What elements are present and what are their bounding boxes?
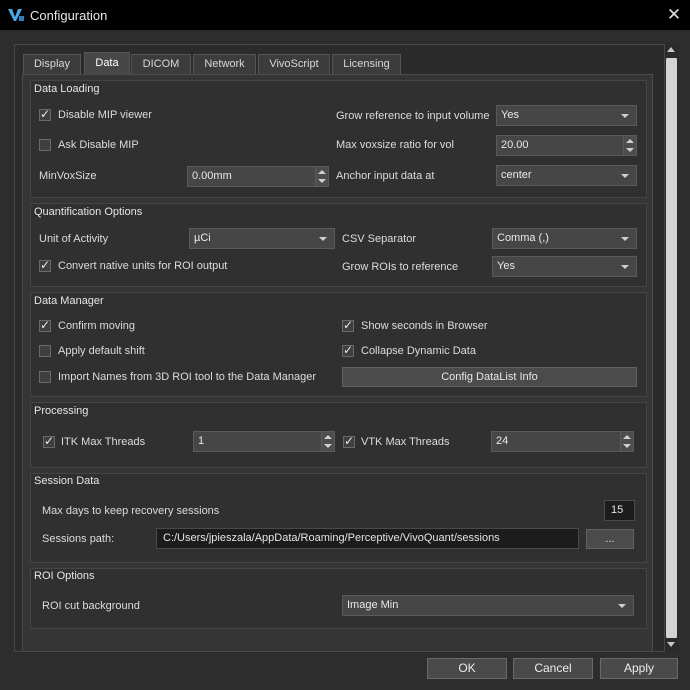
csv-separator-select[interactable]: Comma (,) xyxy=(492,228,637,249)
vertical-scrollbar[interactable] xyxy=(665,44,678,652)
max-days-input[interactable]: 15 xyxy=(604,500,635,521)
title-bar: Configuration ✕ xyxy=(0,0,690,30)
group-title-processing: Processing xyxy=(34,405,89,417)
grow-reference-value: Yes xyxy=(501,109,519,121)
max-days-label: Max days to keep recovery sessions xyxy=(42,505,220,517)
itk-max-threads-checkbox[interactable] xyxy=(43,434,55,448)
show-seconds-label: Show seconds in Browser xyxy=(361,320,488,332)
csv-separator-value: Comma (,) xyxy=(497,232,549,244)
grow-reference-label: Grow reference to input volume xyxy=(336,110,490,122)
anchor-input-value: center xyxy=(501,169,532,181)
csv-separator-label: CSV Separator xyxy=(342,233,416,245)
min-vox-size-value: 0.00mm xyxy=(192,170,232,182)
sessions-path-label: Sessions path: xyxy=(42,533,115,545)
group-title-data-manager: Data Manager xyxy=(34,295,104,307)
spin-up-icon[interactable] xyxy=(324,435,332,439)
apply-default-shift-checkbox[interactable] xyxy=(39,345,51,357)
ok-button[interactable]: OK xyxy=(427,658,507,679)
spin-up-icon[interactable] xyxy=(623,435,631,439)
chevron-down-icon xyxy=(621,265,629,269)
vtk-max-threads-value: 24 xyxy=(496,435,509,447)
tab-dicom[interactable]: DICOM xyxy=(131,54,191,74)
unit-of-activity-select[interactable]: µCi xyxy=(189,228,335,249)
collapse-dynamic-checkbox[interactable] xyxy=(342,343,354,357)
vtk-max-threads-spinbox[interactable]: 24 xyxy=(491,431,634,452)
group-title-data-loading: Data Loading xyxy=(34,83,100,95)
confirm-moving-label: Confirm moving xyxy=(58,320,136,332)
browse-button[interactable]: ... xyxy=(586,529,634,549)
anchor-input-select[interactable]: center xyxy=(496,165,637,186)
itk-max-threads-value: 1 xyxy=(198,435,205,447)
window-title: Configuration xyxy=(30,8,108,23)
scrollbar-thumb[interactable] xyxy=(666,58,677,638)
ask-disable-mip-checkbox[interactable] xyxy=(39,139,51,151)
spin-buttons[interactable] xyxy=(321,432,334,451)
grow-reference-select[interactable]: Yes xyxy=(496,105,637,126)
unit-of-activity-label: Unit of Activity xyxy=(39,233,109,245)
tab-display[interactable]: Display xyxy=(23,54,81,74)
convert-native-checkbox[interactable] xyxy=(39,258,51,272)
chevron-down-icon xyxy=(618,604,626,608)
show-seconds-checkbox[interactable] xyxy=(342,318,354,332)
itk-max-threads-spinbox[interactable]: 1 xyxy=(193,431,335,452)
scroll-down-icon[interactable] xyxy=(667,642,675,647)
convert-native-label: Convert native units for ROI output xyxy=(58,260,228,272)
spin-down-icon[interactable] xyxy=(324,444,332,448)
confirm-moving-checkbox[interactable] xyxy=(39,318,51,332)
anchor-input-label: Anchor input data at xyxy=(336,170,435,182)
grow-rois-select[interactable]: Yes xyxy=(492,256,637,277)
sessions-path-input[interactable]: C:/Users/jpieszala/AppData/Roaming/Perce… xyxy=(156,528,579,549)
min-vox-size-spinbox[interactable]: 0.00mm xyxy=(187,166,329,187)
tab-data[interactable]: Data xyxy=(84,52,130,75)
cancel-button[interactable]: Cancel xyxy=(513,658,593,679)
spin-buttons[interactable] xyxy=(315,167,328,186)
group-title-roi-options: ROI Options xyxy=(34,570,95,582)
spin-up-icon[interactable] xyxy=(626,139,634,143)
scroll-up-icon[interactable] xyxy=(667,47,675,52)
max-voxsize-ratio-value: 20.00 xyxy=(501,139,529,151)
spin-up-icon[interactable] xyxy=(318,170,326,174)
tab-licensing[interactable]: Licensing xyxy=(332,54,401,74)
roi-cut-background-label: ROI cut background xyxy=(42,600,140,612)
disable-mip-viewer-checkbox[interactable] xyxy=(39,107,51,121)
apply-default-shift-label: Apply default shift xyxy=(58,345,145,357)
group-title-quantification: Quantification Options xyxy=(34,206,143,218)
group-session-data xyxy=(30,473,647,563)
ask-disable-mip-label: Ask Disable MIP xyxy=(58,139,139,151)
max-voxsize-ratio-spinbox[interactable]: 20.00 xyxy=(496,135,637,156)
group-title-session-data: Session Data xyxy=(34,475,100,487)
grow-rois-label: Grow ROIs to reference xyxy=(342,261,459,273)
spin-buttons[interactable] xyxy=(623,136,636,155)
apply-button[interactable]: Apply xyxy=(600,658,678,679)
chevron-down-icon xyxy=(621,174,629,178)
itk-max-threads-label: ITK Max Threads xyxy=(61,436,146,448)
min-vox-size-label: MinVoxSize xyxy=(39,170,97,182)
import-names-checkbox[interactable] xyxy=(39,371,51,383)
vtk-max-threads-label: VTK Max Threads xyxy=(361,436,450,448)
chevron-down-icon xyxy=(621,237,629,241)
unit-of-activity-value: µCi xyxy=(194,232,211,244)
chevron-down-icon xyxy=(621,114,629,118)
close-icon[interactable]: ✕ xyxy=(664,5,684,25)
spin-buttons[interactable] xyxy=(620,432,633,451)
spin-down-icon[interactable] xyxy=(623,444,631,448)
chevron-down-icon xyxy=(319,237,327,241)
tab-vivoscript[interactable]: VivoScript xyxy=(258,54,330,74)
collapse-dynamic-label: Collapse Dynamic Data xyxy=(361,345,476,357)
grow-rois-value: Yes xyxy=(497,260,515,272)
tab-network[interactable]: Network xyxy=(193,54,256,74)
disable-mip-viewer-label: Disable MIP viewer xyxy=(58,109,152,121)
roi-cut-background-value: Image Min xyxy=(347,599,399,611)
max-voxsize-ratio-label: Max voxsize ratio for vol xyxy=(336,139,454,151)
config-datalist-button[interactable]: Config DataList Info xyxy=(342,367,637,387)
vtk-max-threads-checkbox[interactable] xyxy=(343,434,355,448)
import-names-label: Import Names from 3D ROI tool to the Dat… xyxy=(58,371,316,383)
spin-down-icon[interactable] xyxy=(626,148,634,152)
spin-down-icon[interactable] xyxy=(318,179,326,183)
vq-logo-icon xyxy=(8,9,24,21)
roi-cut-background-select[interactable]: Image Min xyxy=(342,595,634,616)
